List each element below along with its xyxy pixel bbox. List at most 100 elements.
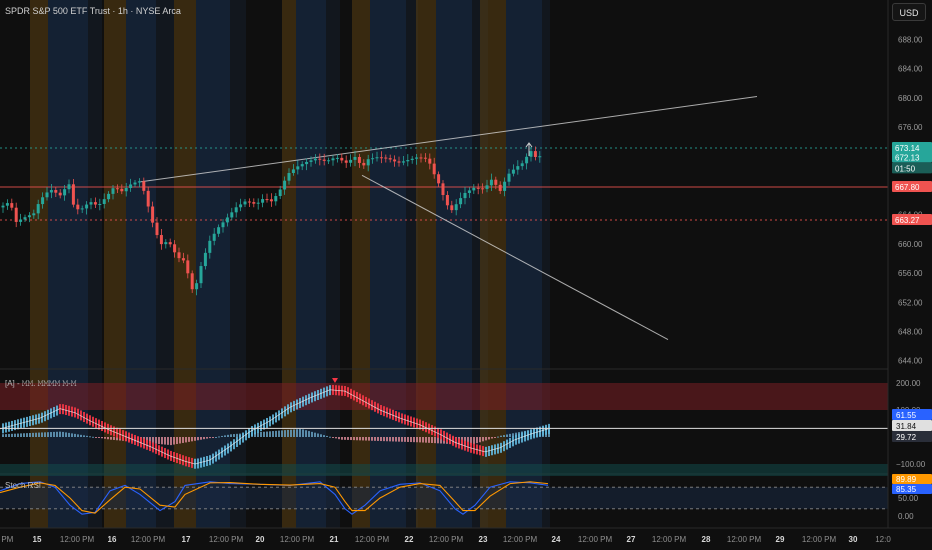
macd-histogram-bar	[479, 437, 481, 443]
candle-body	[142, 181, 146, 191]
time-tick-label: 12:00 PM	[355, 535, 390, 544]
macd-histogram-bar	[344, 437, 346, 440]
candle-body	[384, 157, 388, 159]
macd-histogram-bar	[356, 437, 358, 441]
candle-body	[32, 213, 36, 216]
time-tick-label: 28	[702, 535, 711, 544]
macd-histogram-bar	[299, 428, 301, 437]
candle-body	[14, 207, 18, 222]
candle-body	[450, 205, 454, 211]
macd-histogram-bar	[500, 435, 502, 437]
time-tick-label: 12:00 PM	[652, 535, 687, 544]
candle-body	[322, 159, 326, 161]
macd-tag-label: 29.72	[896, 433, 917, 442]
session-band-9	[282, 0, 296, 528]
candle-body	[23, 217, 27, 220]
macd-histogram-bar	[203, 437, 205, 440]
session-band-0	[30, 0, 48, 528]
candle-body	[221, 222, 225, 228]
macd-histogram-bar	[416, 437, 418, 443]
macd-histogram-bar	[260, 431, 262, 437]
macd-tag-label: 31.84	[896, 422, 917, 431]
macd-histogram-bar	[332, 437, 334, 438]
candle-body	[357, 156, 361, 163]
macd-histogram-bar	[422, 437, 424, 443]
candle-body	[291, 169, 295, 174]
macd-histogram-bar	[182, 437, 184, 443]
macd-histogram-bar	[86, 435, 88, 437]
macd-histogram-bar	[11, 433, 13, 437]
candle-body	[58, 192, 62, 196]
candle-body	[428, 158, 432, 164]
candle-body	[265, 199, 269, 201]
macd-histogram-bar	[377, 437, 379, 441]
stoch-rsi-label: Stoch RSI	[5, 481, 42, 490]
candle-body	[133, 182, 137, 185]
macd-histogram-bar	[215, 437, 217, 438]
macd-histogram-bar	[17, 433, 19, 437]
session-band-16	[436, 0, 472, 528]
time-tick-label: 23	[479, 535, 488, 544]
macd-histogram-bar	[44, 432, 46, 437]
candle-body	[243, 201, 247, 205]
macd-histogram-bar	[389, 437, 391, 442]
macd-histogram-bar	[287, 429, 289, 437]
candle-body	[274, 196, 278, 202]
macd-histogram-bar	[77, 434, 79, 437]
time-tick-label: 22	[405, 535, 414, 544]
candle-body	[349, 159, 353, 163]
candle-body	[234, 207, 238, 213]
candle-body	[318, 158, 322, 160]
chart-canvas[interactable]: 688.00684.00680.00676.00672.00668.00664.…	[0, 0, 932, 550]
macd-histogram-bar	[383, 437, 385, 442]
time-tick-label: 24	[552, 535, 561, 544]
symbol-title: SPDR S&P 500 ETF Trust · 1h · NYSE Arca	[5, 6, 181, 16]
macd-histogram-bar	[494, 437, 496, 438]
candle-body	[1, 205, 5, 208]
candle-body	[181, 258, 185, 261]
price-tick-label: 652.00	[898, 298, 923, 307]
macd-histogram-bar	[80, 434, 82, 437]
macd-histogram-bar	[230, 434, 232, 437]
session-band-20	[542, 0, 550, 528]
price-tick-label: 676.00	[898, 123, 923, 132]
stoch-tag-label: 89.89	[896, 475, 917, 484]
candle-body	[54, 190, 58, 193]
macd-histogram-bar	[398, 437, 400, 442]
price-tick-label: 688.00	[898, 36, 923, 45]
candle-body	[261, 199, 265, 203]
session-band-10	[296, 0, 326, 528]
macd-histogram-bar	[59, 431, 61, 437]
session-band-4	[126, 0, 156, 528]
macd-histogram-bar	[218, 436, 220, 438]
macd-histogram-bar	[302, 429, 304, 437]
candle-body	[247, 201, 251, 203]
session-band-6	[174, 0, 196, 528]
price-tick-label: 656.00	[898, 269, 923, 278]
candle-body	[397, 161, 401, 163]
macd-histogram-bar	[173, 437, 175, 445]
price-tick-label: 680.00	[898, 94, 923, 103]
candle-body	[27, 215, 31, 218]
currency-button[interactable]: USD	[892, 3, 926, 21]
macd-histogram-bar	[272, 431, 274, 437]
candle-body	[344, 160, 348, 163]
candle-body	[432, 163, 436, 175]
candle-body	[503, 181, 507, 191]
macd-histogram-bar	[338, 437, 340, 440]
price-tick-label: 660.00	[898, 240, 923, 249]
candle-body	[164, 242, 168, 245]
macd-histogram-bar	[38, 432, 40, 437]
macd-histogram-bar	[293, 429, 295, 437]
session-band-11	[326, 0, 340, 528]
time-tick-label: 12:00 PM	[802, 535, 837, 544]
macd-histogram-bar	[170, 437, 172, 446]
session-band-19	[506, 0, 542, 528]
macd-histogram-bar	[263, 431, 265, 437]
candle-body	[472, 187, 476, 191]
macd-histogram-bar	[14, 433, 16, 437]
candle-body	[199, 266, 203, 284]
macd-histogram-bar	[353, 437, 355, 441]
macd-histogram-bar	[323, 435, 325, 437]
macd-histogram-bar	[5, 434, 7, 437]
